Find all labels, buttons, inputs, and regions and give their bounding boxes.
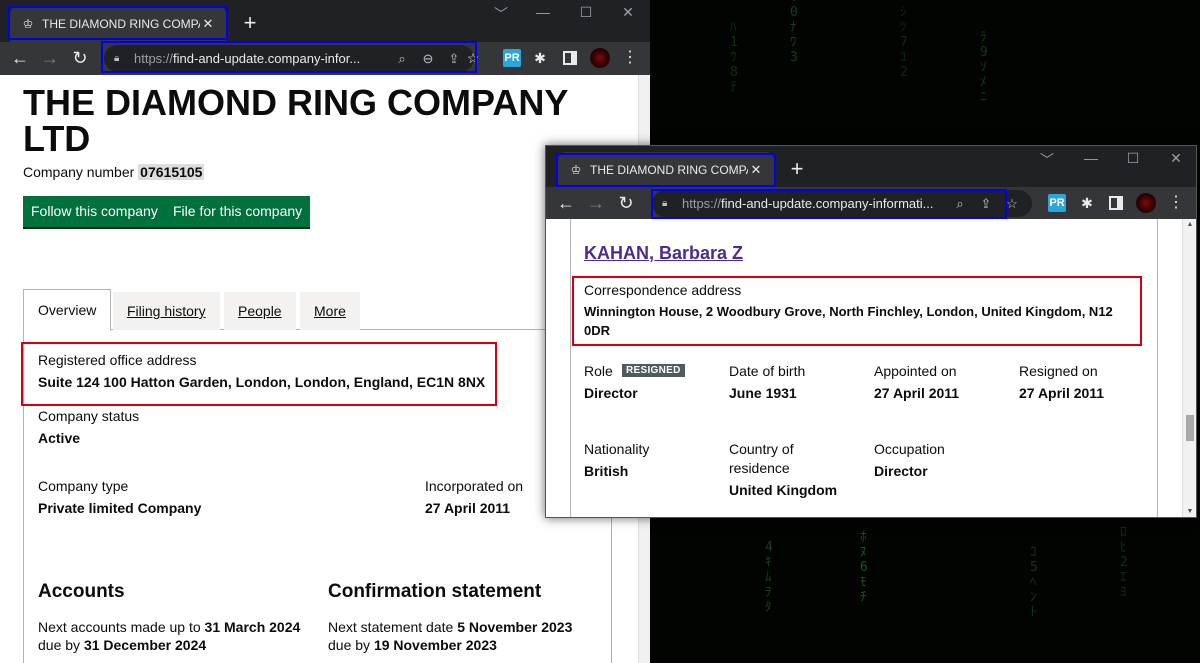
maximize-button[interactable]: ☐ [573,4,599,21]
matrix-glyph-column: ｺ5ﾍﾝﾄ [1030,545,1038,620]
officer-name-link[interactable]: KAHAN, Barbara Z [584,243,743,264]
matrix-glyph-column: ﾐ0ﾅﾜ3 [790,0,798,65]
accounts-next-label: Next accounts made up to [38,619,201,635]
forward-arrow-icon[interactable]: → [38,46,62,70]
confirmation-next-row: Next statement date 5 November 2023 [328,619,572,635]
company-title: THE DIAMOND RING COMPANY LTD [23,82,568,159]
tab-highlight-box [8,6,228,40]
incorporated-label: Incorporated on [425,478,524,494]
puzzle-extensions-icon[interactable]: ✱ [531,49,549,67]
appointed-label: Appointed on [874,363,957,379]
tab-overview[interactable]: Overview [23,289,112,331]
tab-people[interactable]: People [224,292,296,330]
side-panel-icon[interactable] [563,51,577,65]
maximize-button[interactable]: ☐ [1120,150,1146,167]
company-type-label: Company type [38,478,129,494]
puzzle-extensions-icon[interactable]: ✱ [1078,194,1096,212]
nationality-value: British [584,463,629,479]
company-type: Private limited Company [38,500,202,516]
browser-window-officer: ♔ THE DIAMOND RING COMPANY ✕ + ﹀ — ☐ ✕ ←… [545,145,1197,518]
scroll-thumb[interactable] [1186,415,1194,441]
matrix-glyph-column: ﾛﾋ2ｴﾖ [1120,525,1128,600]
reload-icon[interactable]: ↻ [614,191,638,215]
matrix-glyph-column: ﾊ1ｳ8ﾃ [730,20,738,95]
role-value: Director [584,385,638,401]
close-window-button[interactable]: ✕ [1163,150,1189,167]
nationality-label: Nationality [584,441,650,457]
matrix-glyph-column: 4ｷﾑｦﾀ [765,540,773,615]
minimize-button[interactable]: — [530,4,556,20]
forward-arrow-icon[interactable]: → [584,191,608,215]
confirmation-due-label: due by [328,637,371,653]
dob-value: June 1931 [729,385,797,401]
occupation-value: Director [874,463,928,479]
minimize-button[interactable]: — [1078,150,1104,166]
role-label: Role [584,363,613,379]
scroll-up-arrow-icon[interactable]: ▲ [1183,221,1196,228]
confirmation-due-row: due by 19 November 2023 [328,637,497,653]
matrix-glyph-column: ｼﾂ7ﾕ2 [900,5,908,80]
confirmation-heading: Confirmation statement [328,581,542,602]
tab-more[interactable]: More [300,292,360,330]
confirmation-next-date: 5 November 2023 [457,619,573,635]
menu-kebab-icon[interactable]: ⋮ [621,49,639,67]
back-arrow-icon[interactable]: ← [8,46,32,70]
accounts-due-row: due by 31 December 2024 [38,637,206,653]
confirmation-due-date: 19 November 2023 [373,637,497,653]
country-value: United Kingdom [729,482,838,498]
close-window-button[interactable]: ✕ [615,4,641,21]
side-panel-icon[interactable] [1109,196,1123,210]
company-number: 07615105 [138,164,205,180]
pr-extension-icon[interactable]: PR [503,49,521,67]
correspondence-highlight-box [572,276,1142,346]
new-tab-button[interactable]: + [237,10,263,36]
tab-search-icon[interactable]: ﹀ [1034,150,1060,170]
address-highlight-box [651,189,1007,219]
menu-kebab-icon[interactable]: ⋮ [1167,194,1185,212]
new-tab-button[interactable]: + [784,156,810,182]
address-highlight-box [101,41,477,73]
tab-highlight-box [556,153,776,187]
resigned-value: 27 April 2011 [1019,385,1105,401]
occupation-label: Occupation [874,441,945,457]
company-status-label: Company status [38,408,140,424]
tab-filing-history[interactable]: Filing history [113,292,220,330]
back-arrow-icon[interactable]: ← [554,191,578,215]
scroll-down-arrow-icon[interactable]: ▼ [1183,508,1196,515]
country-label-line-1: Country of [729,441,794,457]
company-status: Active [38,430,81,446]
page-content: KAHAN, Barbara Z Correspondence address … [546,219,1182,517]
accounts-next-row: Next accounts made up to 31 March 2024 [38,619,300,635]
matrix-glyph-column: ﾎﾇ6ﾓﾁ [860,530,868,605]
resigned-badge: RESIGNED [622,364,685,377]
tab-search-icon[interactable]: ﹀ [488,4,514,24]
incorporated-date: 27 April 2011 [425,500,511,516]
page-scrollbar[interactable]: ▲ ▼ [1182,219,1196,517]
dob-label: Date of birth [729,363,806,379]
company-number-row: Company number 07615105 [23,164,205,180]
country-label-line-2: residence [729,460,790,476]
appointed-value: 27 April 2011 [874,385,960,401]
pr-extension-icon[interactable]: PR [1048,194,1066,212]
follow-company-button[interactable]: Follow this company [23,196,166,227]
resigned-label: Resigned on [1019,363,1098,379]
matrix-glyph-column: ﾗ9ｿﾒﾆ [980,30,988,105]
accounts-heading: Accounts [38,581,125,602]
accounts-next-date: 31 March 2024 [204,619,301,635]
file-for-company-button[interactable]: File for this company [165,196,311,227]
registered-office-highlight-box [21,342,497,406]
profile-avatar[interactable] [1136,193,1156,213]
company-number-label: Company number [23,164,135,180]
accounts-due-date: 31 December 2024 [83,637,207,653]
company-tabs: Overview Filing history People More [23,289,611,331]
reload-icon[interactable]: ↻ [68,46,92,70]
accounts-due-label: due by [38,637,81,653]
profile-avatar[interactable] [590,48,610,68]
confirmation-next-label: Next statement date [328,619,454,635]
